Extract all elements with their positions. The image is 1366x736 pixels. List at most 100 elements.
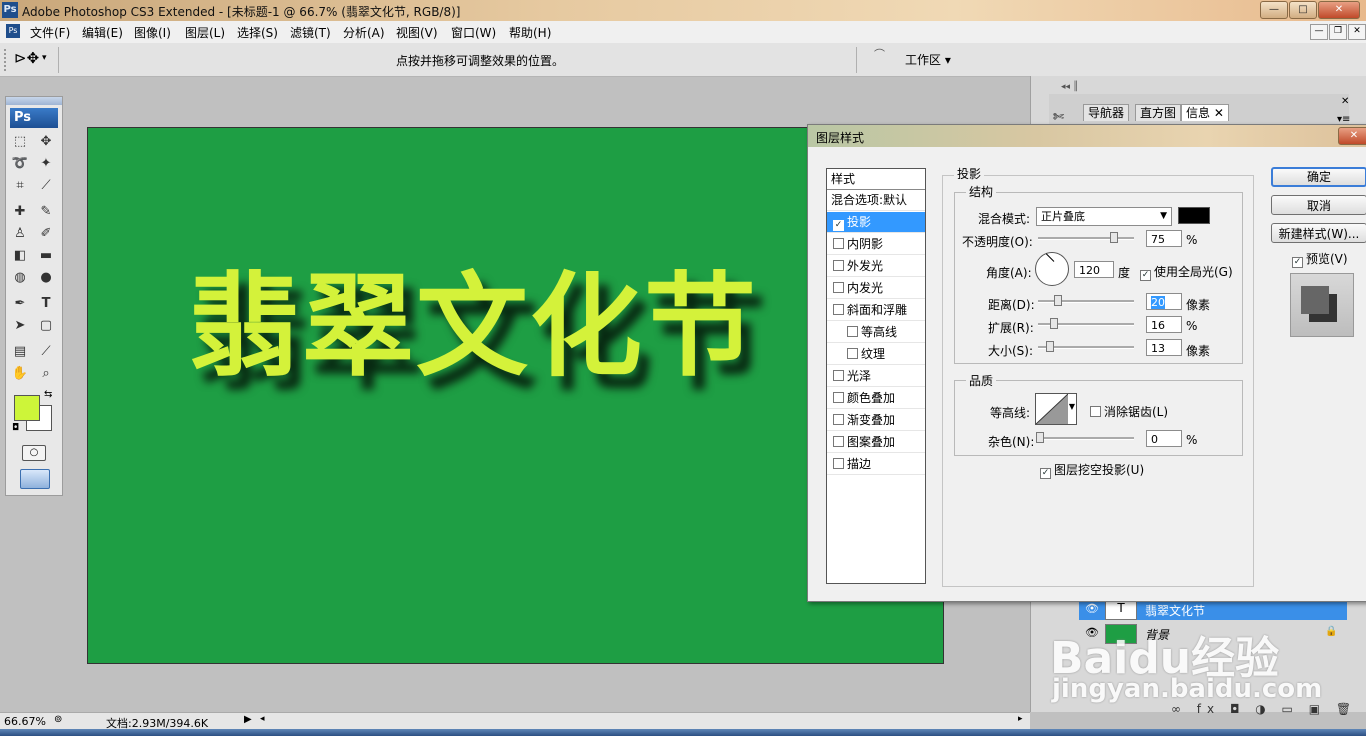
style-item[interactable]: 混合选项:默认 — [827, 190, 925, 211]
checkbox-unchecked-icon[interactable] — [833, 414, 844, 425]
checkbox-checked-icon[interactable]: ✓ — [833, 220, 844, 231]
size-slider-handle[interactable] — [1046, 341, 1054, 352]
menu-analysis[interactable]: 分析(A) — [343, 24, 385, 41]
default-colors-icon[interactable]: ◘ — [12, 423, 19, 433]
distance-slider-handle[interactable] — [1054, 295, 1062, 306]
shadow-color-swatch[interactable] — [1178, 207, 1210, 224]
swap-colors-icon[interactable]: ⇆ — [44, 389, 52, 400]
checkbox-unchecked-icon[interactable] — [833, 392, 844, 403]
styles-header[interactable]: 样式 — [827, 169, 925, 190]
angle-input[interactable]: 120 — [1074, 261, 1114, 278]
checkbox-unchecked-icon[interactable] — [833, 260, 844, 271]
menu-view[interactable]: 视图(V) — [396, 24, 438, 41]
spread-slider-handle[interactable] — [1050, 318, 1058, 329]
knockout-checkbox[interactable]: ✓ 图层挖空投影(U) — [1040, 461, 1144, 479]
tool-preset-chevron-icon[interactable]: ▾ — [42, 53, 47, 63]
crop-tool-icon[interactable]: ⌗ — [10, 177, 30, 195]
history-brush-icon[interactable]: ✐ — [36, 225, 56, 243]
blend-mode-select[interactable]: 正片叠底 ▼ — [1036, 207, 1172, 226]
menu-edit[interactable]: 编辑(E) — [82, 24, 123, 41]
move-tool-icon[interactable]: ⊳✥ — [14, 49, 39, 67]
opacity-input[interactable]: 75 — [1146, 230, 1182, 247]
checkbox-unchecked-icon[interactable] — [833, 304, 844, 315]
screen-mode-icon[interactable] — [20, 469, 50, 489]
anti-aliased-checkbox[interactable]: 消除锯齿(L) — [1090, 403, 1168, 420]
noise-slider-handle[interactable] — [1036, 432, 1044, 443]
global-light-checkbox[interactable]: ✓ 使用全局光(G) — [1140, 263, 1233, 281]
style-item[interactable]: 图案叠加 — [827, 432, 925, 453]
dock-collapse-icon[interactable]: ◂◂ ║ — [1061, 82, 1078, 92]
hand-tool-icon[interactable]: ✋ — [10, 365, 30, 383]
zoom-level[interactable]: 66.67% — [4, 715, 46, 728]
foreground-color-swatch[interactable] — [14, 395, 40, 421]
eyedropper-icon[interactable]: ⟋ — [36, 343, 56, 361]
checkbox-unchecked-icon[interactable] — [847, 326, 858, 337]
path-selection-icon[interactable]: ➤ — [10, 317, 30, 335]
panel-tool-icon[interactable]: ✄ — [1053, 110, 1064, 125]
menu-select[interactable]: 选择(S) — [237, 24, 278, 41]
new-style-button[interactable]: 新建样式(W)... — [1271, 223, 1366, 243]
healing-brush-icon[interactable]: ✚ — [10, 203, 30, 221]
move-tool-icon[interactable]: ✥ — [36, 133, 56, 151]
shape-tool-icon[interactable]: ▢ — [36, 317, 56, 335]
tab-navigator[interactable]: 导航器 — [1083, 104, 1130, 121]
workspace-menu[interactable]: 工作区 ▾ — [905, 51, 951, 68]
checkbox-unchecked-icon[interactable] — [847, 348, 858, 359]
gradient-tool-icon[interactable]: ▬ — [36, 247, 56, 265]
zoom-tool-icon[interactable]: ⌕ — [36, 365, 56, 383]
checkbox-unchecked-icon[interactable] — [833, 370, 844, 381]
checkbox-unchecked-icon[interactable] — [833, 458, 844, 469]
contour-picker[interactable]: ▼ — [1035, 393, 1077, 425]
notes-tool-icon[interactable]: ▤ — [10, 343, 30, 361]
checkbox-unchecked-icon[interactable] — [833, 282, 844, 293]
dodge-tool-icon[interactable]: ● — [36, 269, 56, 287]
eraser-tool-icon[interactable]: ◧ — [10, 247, 30, 265]
opacity-slider-handle[interactable] — [1110, 232, 1118, 243]
menu-image[interactable]: 图像(I) — [134, 24, 171, 41]
style-item[interactable]: 纹理 — [827, 344, 925, 365]
menu-file[interactable]: 文件(F) — [30, 24, 70, 41]
style-item[interactable]: 等高线 — [827, 322, 925, 343]
pen-tool-icon[interactable]: ✒ — [10, 295, 30, 313]
marquee-tool-icon[interactable]: ⬚ — [10, 133, 30, 151]
brush-tool-icon[interactable]: ✎ — [36, 203, 56, 221]
tab-info[interactable]: 信息 ✕ — [1181, 104, 1229, 121]
ok-button[interactable]: 确定 — [1271, 167, 1366, 187]
dialog-title-bar[interactable]: 图层样式 ✕ — [808, 125, 1366, 147]
photoshop-logo[interactable]: Ps — [10, 108, 58, 128]
panel-close-icon[interactable]: ✕ — [1341, 96, 1349, 107]
blur-tool-icon[interactable]: ◍ — [10, 269, 30, 287]
size-input[interactable]: 13 — [1146, 339, 1182, 356]
tab-histogram[interactable]: 直方图 — [1135, 104, 1182, 121]
scroll-left-icon[interactable]: ◂ — [260, 714, 265, 724]
distance-slider-track[interactable] — [1038, 300, 1134, 303]
cancel-button[interactable]: 取消 — [1271, 195, 1366, 215]
dialog-close-button[interactable]: ✕ — [1338, 127, 1366, 145]
style-item[interactable]: 外发光 — [827, 256, 925, 277]
opacity-slider-track[interactable] — [1038, 237, 1134, 240]
style-item[interactable]: 渐变叠加 — [827, 410, 925, 431]
menu-window[interactable]: 窗口(W) — [451, 24, 496, 41]
noise-slider-track[interactable] — [1038, 437, 1134, 440]
style-item[interactable]: 内发光 — [827, 278, 925, 299]
slice-tool-icon[interactable]: ⟋ — [36, 177, 56, 195]
style-item[interactable]: 光泽 — [827, 366, 925, 387]
spread-input[interactable]: 16 — [1146, 316, 1182, 333]
doc-restore-button[interactable]: ❐ — [1329, 24, 1347, 40]
toolbox-header[interactable] — [6, 97, 62, 105]
options-grip[interactable] — [4, 49, 10, 71]
angle-dial[interactable] — [1035, 252, 1069, 286]
minimize-button[interactable]: — — [1260, 1, 1288, 19]
layers-footer-icons[interactable]: ∞ fx ◘ ◑ ▭ ▣ 🗑 — [1171, 702, 1361, 716]
maximize-button[interactable]: □ — [1289, 1, 1317, 19]
close-button[interactable]: ✕ — [1318, 1, 1360, 19]
status-menu-arrow-icon[interactable]: ▶ — [244, 714, 252, 725]
menu-filter[interactable]: 滤镜(T) — [290, 24, 331, 41]
checkbox-unchecked-icon[interactable] — [833, 238, 844, 249]
status-info-icon[interactable]: ⊚ — [54, 714, 62, 725]
palette-well-icon[interactable]: ⌒ — [874, 46, 885, 62]
menu-help[interactable]: 帮助(H) — [509, 24, 551, 41]
eye-icon[interactable]: 👁 — [1085, 626, 1099, 639]
style-item[interactable]: 内阴影 — [827, 234, 925, 255]
eye-icon[interactable]: 👁 — [1085, 602, 1099, 615]
